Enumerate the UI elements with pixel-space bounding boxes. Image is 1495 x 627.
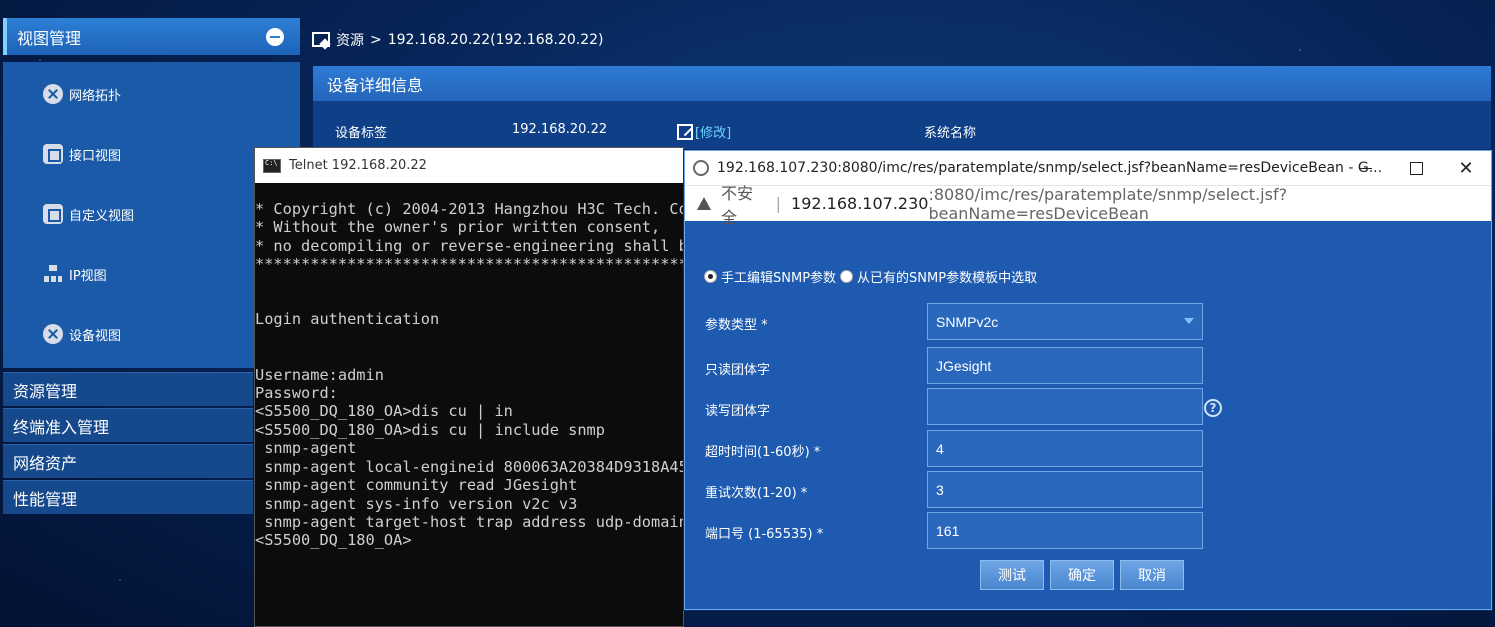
globe-icon	[693, 160, 709, 176]
timeout-label: 超时时间(1-60秒) *	[705, 445, 821, 460]
terminal-line: Login authentication	[255, 310, 440, 329]
sidebar-group-performance[interactable]: 性能管理	[3, 480, 253, 514]
breadcrumb-current: 192.168.20.22(192.168.20.22)	[387, 32, 604, 48]
terminal-line: * no decompiling or reverse-engineering …	[255, 236, 684, 255]
terminal-line: snmp-agent	[255, 439, 357, 458]
sidebar-item-label: 接口视图	[69, 148, 122, 164]
timeout-input[interactable]: 4	[927, 430, 1203, 467]
radio-manual-label: 手工编辑SNMP参数	[721, 271, 837, 286]
modify-label: [修改]	[695, 126, 732, 141]
device-label-key: 设备标签	[335, 126, 388, 141]
sidebar-item-device-view[interactable]: 设备视图	[43, 324, 121, 344]
cancel-button[interactable]: 取消	[1120, 560, 1184, 590]
terminal-line: * Without the owner's prior written cons…	[255, 218, 661, 237]
interface-icon	[43, 144, 63, 164]
warning-icon	[697, 197, 711, 210]
sidebar-group-resource[interactable]: 资源管理	[3, 372, 253, 406]
terminal-line: snmp-agent community read JGesight	[255, 476, 578, 495]
sidebar-item-label: IP视图	[69, 268, 107, 284]
port-label: 端口号 (1-65535) *	[705, 527, 824, 542]
sidebar-item-topology[interactable]: 网络拓扑	[43, 84, 121, 104]
sidebar-header-view-management[interactable]: 视图管理	[3, 18, 300, 55]
custom-view-icon	[43, 204, 63, 224]
modify-link[interactable]: [修改]	[677, 122, 731, 141]
snmp-form: 手工编辑SNMP参数 从已有的SNMP参数模板中选取 参数类型 * SNMPv2…	[685, 223, 1491, 609]
port-input[interactable]: 161	[927, 512, 1203, 549]
radio-template-label: 从已有的SNMP参数模板中选取	[857, 271, 1038, 286]
close-button[interactable]: ✕	[1441, 151, 1491, 185]
panel-title: 设备详细信息	[313, 66, 1491, 101]
telnet-window[interactable]: Telnet 192.168.20.22 * Copyright (c) 200…	[254, 147, 684, 627]
resource-icon	[312, 32, 330, 48]
edit-icon	[677, 124, 693, 140]
terminal-line: snmp-agent target-host trap address udp-…	[255, 512, 684, 531]
ip-view-icon	[43, 264, 63, 284]
terminal-line: snmp-agent sys-info version v2c v3	[255, 494, 578, 513]
terminal-line: <S5500_DQ_180_OA>dis cu | in	[255, 402, 513, 421]
terminal-line: <S5500_DQ_180_OA>dis cu | include snmp	[255, 420, 605, 439]
insecure-label: 不安全	[721, 183, 754, 227]
write-community-label: 读写团体字	[705, 404, 771, 419]
url-path: :8080/imc/res/paratemplate/snmp/select.j…	[928, 184, 1288, 223]
sidebar-item-label: 设备视图	[69, 328, 122, 344]
radio-group: 手工编辑SNMP参数 从已有的SNMP参数模板中选取	[704, 267, 1037, 286]
ok-button[interactable]: 确定	[1050, 560, 1114, 590]
sidebar-item-custom-view[interactable]: 自定义视图	[43, 204, 134, 224]
sidebar-header-label: 视图管理	[17, 28, 82, 48]
param-type-select[interactable]: SNMPv2c	[927, 303, 1203, 340]
sidebar-item-label: 网络拓扑	[69, 88, 122, 104]
terminal-output[interactable]: * Copyright (c) 2004-2013 Hangzhou H3C T…	[255, 183, 684, 550]
popup-titlebar[interactable]: 192.168.107.230:8080/imc/res/paratemplat…	[685, 151, 1491, 185]
terminal-icon	[263, 158, 281, 173]
sidebar-item-ip-view[interactable]: IP视图	[43, 264, 107, 284]
test-button[interactable]: 测试	[980, 560, 1044, 590]
collapse-icon[interactable]	[266, 28, 284, 46]
telnet-title: Telnet 192.168.20.22	[289, 158, 427, 173]
device-label-value: 192.168.20.22	[512, 122, 608, 137]
telnet-titlebar[interactable]: Telnet 192.168.20.22	[255, 148, 683, 183]
read-community-label: 只读团体字	[705, 363, 771, 378]
terminal-line: <S5500_DQ_180_OA>	[255, 531, 412, 550]
snmp-popup-window: 192.168.107.230:8080/imc/res/paratemplat…	[684, 150, 1492, 610]
device-view-icon	[43, 324, 63, 344]
sidebar-group-terminal-access[interactable]: 终端准入管理	[3, 408, 253, 442]
sidebar-item-interface[interactable]: 接口视图	[43, 144, 121, 164]
sidebar-item-label: 自定义视图	[69, 208, 135, 224]
retry-input[interactable]: 3	[927, 471, 1203, 508]
read-community-input[interactable]: JGesight	[927, 347, 1203, 384]
terminal-line: Username:admin	[255, 365, 384, 384]
sysname-key: 系统名称	[924, 126, 977, 141]
topology-icon	[43, 84, 63, 104]
help-icon[interactable]: ?	[1204, 399, 1222, 417]
retry-label: 重试次数(1-20) *	[705, 486, 808, 501]
breadcrumb-separator: >	[370, 32, 382, 48]
breadcrumb: 资源 > 192.168.20.22(192.168.20.22)	[312, 30, 604, 50]
radio-manual[interactable]	[704, 270, 717, 283]
terminal-line: Password:	[255, 384, 338, 403]
terminal-line: * Copyright (c) 2004-2013 Hangzhou H3C T…	[255, 200, 684, 218]
url-host: 192.168.107.230	[791, 194, 929, 213]
address-separator: |	[775, 194, 782, 213]
minimize-button[interactable]	[1341, 151, 1391, 185]
terminal-line: ****************************************…	[255, 255, 684, 274]
address-bar[interactable]: 不安全 | 192.168.107.230 :8080/imc/res/para…	[685, 184, 1491, 227]
maximize-button[interactable]	[1391, 151, 1441, 185]
radio-template[interactable]	[840, 270, 854, 283]
terminal-line: snmp-agent local-engineid 800063A20384D9…	[255, 457, 684, 476]
param-type-label: 参数类型 *	[705, 318, 768, 333]
popup-title: 192.168.107.230:8080/imc/res/paratemplat…	[717, 160, 1383, 176]
write-community-input[interactable]	[927, 388, 1203, 425]
breadcrumb-root[interactable]: 资源	[336, 30, 364, 50]
sidebar-group-network-assets[interactable]: 网络资产	[3, 444, 253, 478]
